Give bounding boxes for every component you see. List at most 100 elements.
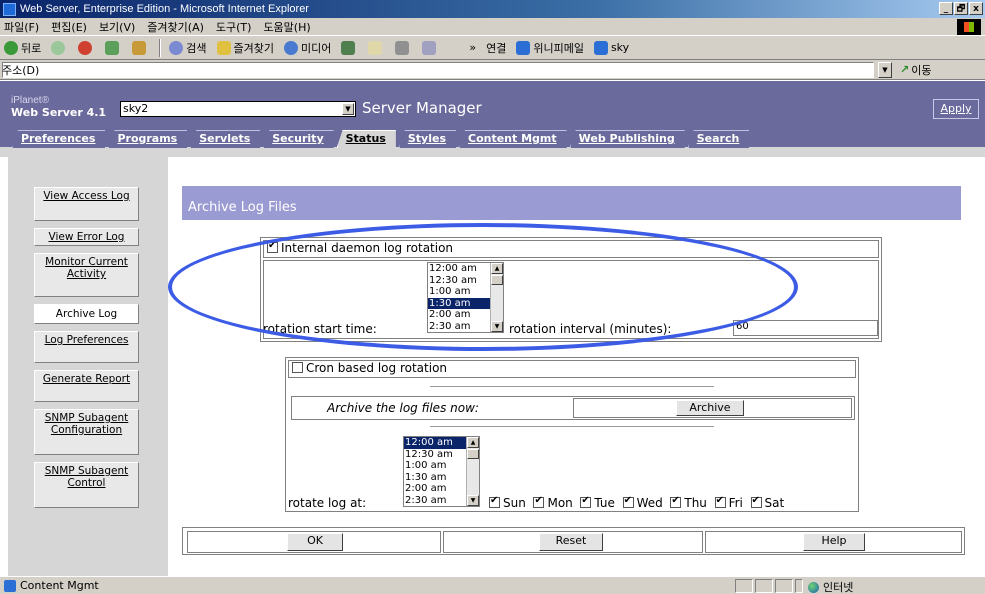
menu-view[interactable]: 보기(V) [99, 19, 135, 35]
server-select[interactable]: sky2 ▼ [120, 101, 356, 117]
menu-edit[interactable]: 편집(E) [51, 19, 87, 35]
nav-snmp-subagent-configuration[interactable]: SNMP Subagent Configuration [34, 409, 139, 455]
day-mon-option[interactable]: Mon [533, 495, 573, 510]
time-option[interactable]: 2:00 am [428, 309, 491, 321]
rotation-interval-input[interactable]: 60 [733, 320, 878, 336]
scroll-down-arrow-icon[interactable]: ▼ [467, 495, 479, 506]
tab-status[interactable]: Status [336, 130, 396, 148]
menu-tools[interactable]: 도구(T) [216, 19, 252, 35]
history-button[interactable] [341, 40, 358, 55]
favorites-button[interactable]: 즐겨찾기 [216, 40, 274, 56]
scroll-up-arrow-icon[interactable]: ▲ [491, 263, 503, 274]
tab-search[interactable]: Search [687, 130, 750, 148]
time-option[interactable]: 2:00 am [404, 483, 467, 495]
listbox-scrollbar[interactable]: ▲ ▼ [466, 437, 479, 506]
mail-button[interactable] [368, 40, 385, 55]
forward-arrow-icon [51, 40, 66, 55]
day-fri-option[interactable]: Fri [714, 495, 743, 510]
time-option[interactable]: 1:30 am [404, 472, 467, 484]
address-input[interactable] [2, 61, 874, 78]
listbox-scrollbar[interactable]: ▲ ▼ [490, 263, 503, 332]
back-button[interactable]: 뒤로 [4, 40, 41, 56]
time-option[interactable]: 12:30 am [428, 275, 491, 287]
nav-archive-log[interactable]: Archive Log [34, 304, 139, 324]
day-wed-option[interactable]: Wed [622, 495, 663, 510]
day-checkbox[interactable] [750, 495, 762, 508]
time-option[interactable]: 1:00 am [404, 460, 467, 472]
time-option[interactable]: 1:00 am [428, 286, 491, 298]
ok-button[interactable]: OK [287, 533, 343, 551]
menu-help[interactable]: 도움말(H) [263, 19, 310, 35]
day-checkbox[interactable] [622, 495, 634, 508]
internal-rotation-panel: Internal daemon log rotation rotation st… [260, 237, 882, 342]
reset-button[interactable]: Reset [539, 533, 603, 551]
refresh-button[interactable] [105, 40, 122, 55]
stop-button[interactable] [78, 40, 95, 55]
internal-rotation-option[interactable]: Internal daemon log rotation [267, 240, 453, 255]
menu-file[interactable]: 파일(F) [4, 19, 39, 35]
archive-button[interactable]: Archive [676, 400, 744, 416]
cron-rotation-checkbox[interactable] [292, 362, 303, 373]
go-button[interactable]: ↗ 이동 [900, 62, 931, 78]
history-icon [341, 40, 356, 55]
edit-button[interactable] [422, 40, 439, 55]
help-button[interactable]: Help [803, 533, 865, 551]
tab-security[interactable]: Security [263, 130, 334, 148]
day-thu-option[interactable]: Thu [670, 495, 707, 510]
day-checkbox[interactable] [714, 495, 726, 508]
time-option[interactable]: 12:30 am [404, 449, 467, 461]
more-links-chevron[interactable]: » [469, 41, 476, 54]
scroll-thumb[interactable] [467, 449, 479, 459]
nav-log-preferences[interactable]: Log Preferences [34, 331, 139, 363]
time-option[interactable]: 12:00 am [428, 263, 491, 275]
tab-web-publishing[interactable]: Web Publishing [569, 130, 685, 148]
nav-generate-report[interactable]: Generate Report [34, 370, 139, 402]
close-button[interactable]: x [969, 2, 983, 15]
day-checkbox[interactable] [580, 495, 592, 508]
day-sun-option[interactable]: Sun [489, 495, 526, 510]
time-option[interactable]: 2:30 am [428, 321, 491, 332]
time-option[interactable]: 2:30 am [404, 495, 467, 506]
minimize-button[interactable]: _ [939, 2, 953, 15]
nav-snmp-subagent-control[interactable]: SNMP Subagent Control [34, 462, 139, 508]
divider [430, 386, 714, 388]
day-checkbox[interactable] [670, 495, 682, 508]
internal-rotation-checkbox[interactable] [267, 240, 278, 253]
apply-button[interactable]: Apply [933, 99, 979, 119]
tab-programs[interactable]: Programs [108, 130, 188, 148]
cron-rotation-option[interactable]: Cron based log rotation [292, 361, 447, 375]
tab-content-mgmt[interactable]: Content Mgmt [459, 130, 567, 148]
link-item-2[interactable]: sky [593, 40, 629, 55]
rotation-start-label: rotation start time: [263, 322, 377, 336]
forward-button[interactable] [51, 40, 68, 55]
scroll-thumb[interactable] [491, 275, 503, 285]
home-button[interactable] [132, 40, 149, 55]
scroll-up-arrow-icon[interactable]: ▲ [467, 437, 479, 448]
link-item-1[interactable]: 위니피메일 [516, 40, 584, 56]
day-tue-option[interactable]: Tue [580, 495, 615, 510]
maximize-button[interactable]: 🗗 [954, 2, 968, 15]
tab-styles[interactable]: Styles [398, 130, 456, 148]
nav-view-error-log[interactable]: View Error Log [34, 228, 139, 246]
rotation-start-time-list[interactable]: 12:00 am 12:30 am 1:00 am 1:30 am 2:00 a… [427, 262, 504, 333]
tab-preferences[interactable]: Preferences [12, 130, 106, 148]
day-checkbox[interactable] [489, 495, 500, 508]
scroll-down-arrow-icon[interactable]: ▼ [491, 321, 503, 332]
day-sat-option[interactable]: Sat [750, 495, 784, 510]
print-icon [395, 40, 410, 55]
left-nav: View Access Log View Error Log Monitor C… [8, 157, 168, 576]
window-titlebar: Web Server, Enterprise Edition - Microso… [0, 0, 985, 18]
search-button[interactable]: 검색 [169, 40, 207, 56]
rotate-at-time-list[interactable]: 12:00 am 12:30 am 1:00 am 1:30 am 2:00 a… [403, 436, 480, 507]
time-option-selected[interactable]: 12:00 am [404, 437, 467, 449]
tab-servlets[interactable]: Servlets [190, 130, 261, 148]
address-dropdown-button[interactable]: ▼ [878, 61, 892, 78]
nav-monitor-current-activity[interactable]: Monitor Current Activity [34, 253, 139, 297]
time-option-selected[interactable]: 1:30 am [428, 297, 491, 310]
print-button[interactable] [395, 40, 412, 55]
nav-view-access-log[interactable]: View Access Log [34, 187, 139, 221]
day-checkbox[interactable] [533, 495, 545, 508]
app-header: iPlanet® Web Server 4.1 sky2 ▼ Server Ma… [0, 81, 985, 157]
media-button[interactable]: 미디어 [283, 40, 331, 56]
menu-favorites[interactable]: 즐겨찾기(A) [147, 19, 204, 35]
